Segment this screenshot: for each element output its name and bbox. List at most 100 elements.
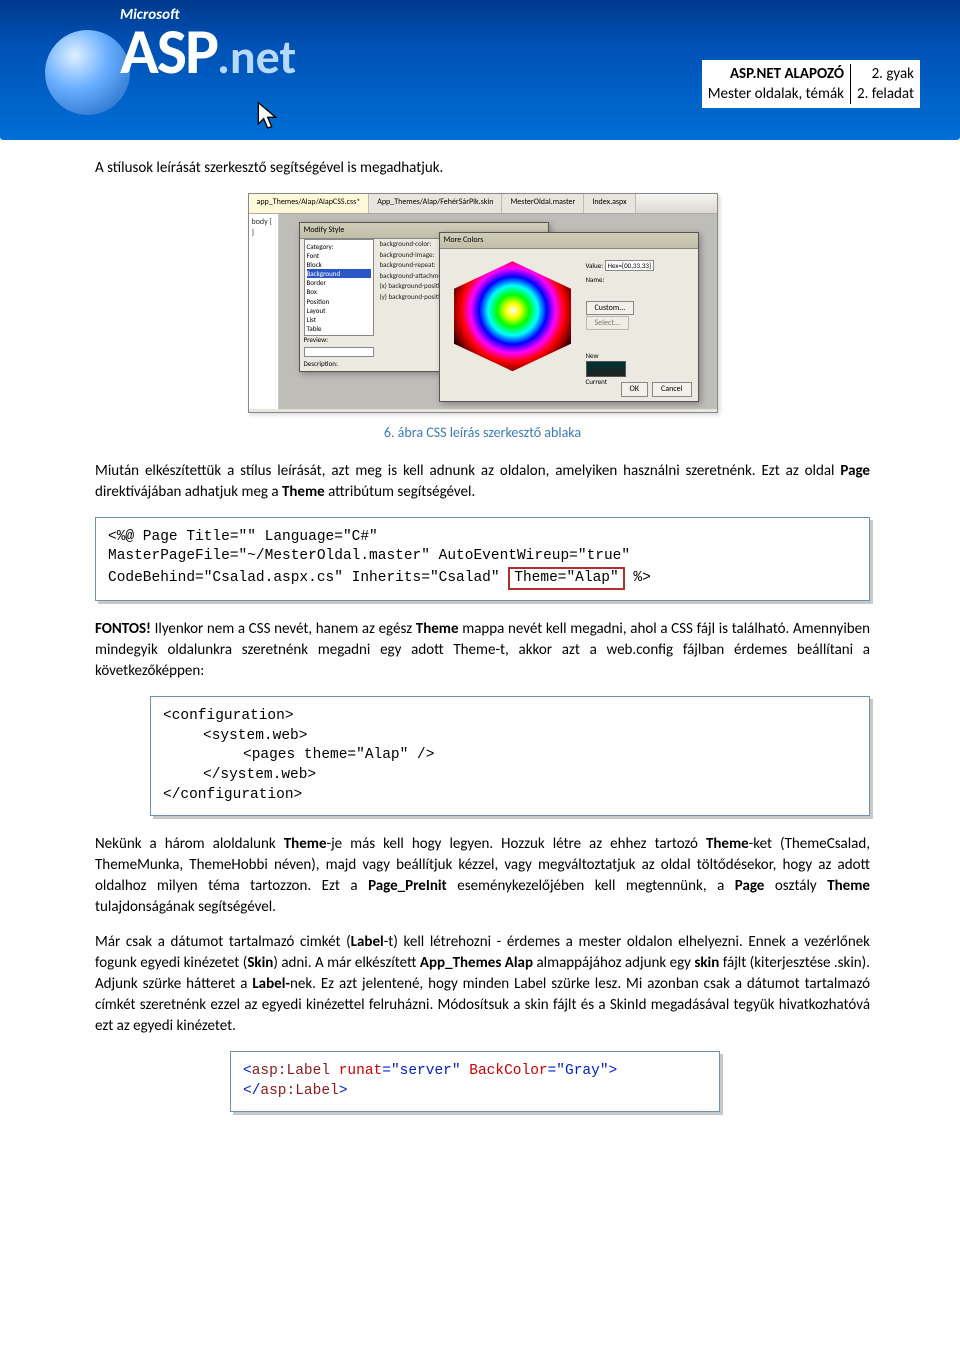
list-item: List — [307, 315, 371, 324]
tab-item: Index.aspx — [584, 194, 635, 213]
code-token: </ — [243, 1083, 260, 1099]
custom-button: Custom... — [586, 301, 635, 315]
code-line: <configuration> — [163, 708, 294, 724]
globe-icon — [45, 30, 130, 115]
text-bold: Label- — [252, 975, 290, 993]
topic-title: Mester oldalak, témák — [702, 84, 851, 104]
text: ) adni. A már elkészített — [273, 954, 420, 972]
list-item: Block — [307, 260, 371, 269]
tab-item: MesterOldal.master — [502, 194, 584, 213]
text-bold: FONTOS! — [95, 620, 151, 638]
swatch-preview — [586, 361, 626, 377]
paragraph-5: Már csak a dátumot tartalmazó cimkét (La… — [95, 932, 870, 1037]
category-list: Category: Font Block Background Border B… — [304, 239, 374, 336]
text-bold: skin — [694, 954, 719, 972]
cancel-button: Cancel — [652, 382, 692, 397]
code-line: <%@ Page Title="" Language="C#" — [108, 529, 378, 545]
code-line: <system.web> — [163, 727, 857, 747]
aspnet-logo: Microsoft ASP.net — [120, 5, 296, 86]
code-line: </configuration> — [163, 787, 302, 803]
editor-gutter: body { } — [249, 214, 279, 409]
text-bold: Label — [351, 933, 384, 951]
text: Nekünk a három aloldalunk — [95, 835, 284, 853]
text: almappájához adjunk egy — [533, 954, 694, 972]
code-token: ="Gray" — [548, 1063, 609, 1079]
course-title: ASP.NET ALAPOZÓ — [730, 65, 844, 83]
text-bold: Page_PreInit — [368, 877, 447, 895]
lesson-number: 2. gyak — [850, 64, 920, 84]
code-line: CodeBehind="Csalad.aspx.cs" Inherits="Cs… — [108, 570, 508, 586]
text-bold: App_Themes Alap — [420, 954, 533, 972]
code-token: < — [243, 1063, 252, 1079]
logo-net: .net — [217, 27, 296, 86]
new-label: New — [586, 351, 698, 361]
text: eseménykezelőjében kell megtennünk, a — [447, 877, 735, 895]
text-bold: Theme — [282, 483, 325, 501]
page-content: A stílusok leírását szerkesztő segítségé… — [0, 140, 960, 1170]
code-block-page-directive: <%@ Page Title="" Language="C#" MasterPa… — [95, 517, 870, 602]
tab-item: app_Themes/Alap/AlapCSS.css* — [249, 194, 370, 213]
text-bold: Page — [840, 462, 870, 480]
text: attribútum segítségével. — [325, 483, 476, 501]
code-token: > — [609, 1063, 618, 1079]
paragraph-3: FONTOS! Ilyenkor nem a CSS nevét, hanem … — [95, 619, 870, 682]
paragraph-4: Nekünk a három aloldalunk Theme-je más k… — [95, 834, 870, 918]
text-bold: Theme — [706, 835, 749, 853]
description-label: Description: — [304, 359, 338, 369]
highlight-theme-attr: Theme="Alap" — [508, 567, 624, 591]
text: Már csak a dátumot tartalmazó cimkét ( — [95, 933, 351, 951]
list-item: Category: — [307, 242, 371, 251]
dialog-title: More Colors — [440, 233, 698, 249]
list-item: Table — [307, 324, 371, 333]
text: Miután elkészítettük a stílus leírását, … — [95, 462, 840, 480]
code-token: ="server" — [382, 1063, 460, 1079]
code-token: asp:Label — [260, 1083, 338, 1099]
name-label: Name: — [586, 275, 698, 285]
css-editor-screenshot: app_Themes/Alap/AlapCSS.css* App_Themes/… — [248, 193, 718, 413]
list-item: Layout — [307, 306, 371, 315]
text: -je más kell hogy legyen. Hozzuk létre a… — [327, 835, 706, 853]
code-token — [330, 1063, 339, 1079]
list-item: Font — [307, 251, 371, 260]
header-meta: ASP.NET ALAPOZÓ 2. gyak Mester oldalak, … — [702, 60, 920, 108]
code-line: %> — [625, 570, 651, 586]
paragraph-2: Miután elkészítettük a stílus leírását, … — [95, 461, 870, 503]
tab-item: App_Themes/Alap/FehérSárPlk.skin — [369, 194, 502, 213]
hex-color-picker — [448, 261, 578, 371]
text-bold: Page — [735, 877, 765, 895]
text-bold: Skin — [247, 954, 273, 972]
figure-caption-6: 6. ábra CSS leírás szerkesztő ablaka — [95, 423, 870, 443]
more-colors-dialog: More Colors Value: Hex={00,33,33} Name: … — [439, 232, 699, 402]
code-token: > — [339, 1083, 348, 1099]
code-token: asp:Label — [252, 1063, 330, 1079]
preview-label: Preview: — [304, 335, 329, 345]
text: osztály — [764, 877, 827, 895]
code-line: <pages theme="Alap" /> — [163, 746, 857, 766]
text: tulajdonságának segítségével. — [95, 898, 276, 916]
code-block-skin: <asp:Label runat="server" BackColor="Gra… — [230, 1051, 720, 1112]
list-item: Position — [307, 297, 371, 306]
paragraph-1: A stílusok leírását szerkesztő segítségé… — [95, 158, 870, 179]
select-button: Select... — [586, 316, 630, 330]
text-bold: Theme — [416, 620, 459, 638]
text-bold: Theme — [827, 877, 870, 895]
text: Ilyenkor nem a CSS nevét, hanem az egész — [151, 620, 416, 638]
task-number: 2. feladat — [850, 84, 920, 104]
value-field: Hex={00,33,33} — [605, 260, 654, 271]
page-header: Microsoft ASP.net ASP.NET ALAPOZÓ 2. gya… — [0, 0, 960, 140]
preview-box — [304, 347, 374, 357]
code-line: MasterPageFile="~/MesterOldal.master" Au… — [108, 548, 630, 564]
text: direktívájában adhatjuk meg a — [95, 483, 282, 501]
ok-button: OK — [621, 382, 648, 397]
value-label: Value: — [586, 261, 604, 270]
code-token — [461, 1063, 470, 1079]
list-item: Background — [307, 269, 371, 278]
cursor-icon — [255, 100, 283, 132]
list-item: Box — [307, 287, 371, 296]
logo-asp: ASP — [120, 13, 217, 91]
code-token: runat — [339, 1063, 383, 1079]
list-item: Border — [307, 278, 371, 287]
code-token: BackColor — [469, 1063, 547, 1079]
code-line: </system.web> — [163, 766, 857, 786]
code-block-webconfig: <configuration> <system.web><pages theme… — [150, 696, 870, 816]
